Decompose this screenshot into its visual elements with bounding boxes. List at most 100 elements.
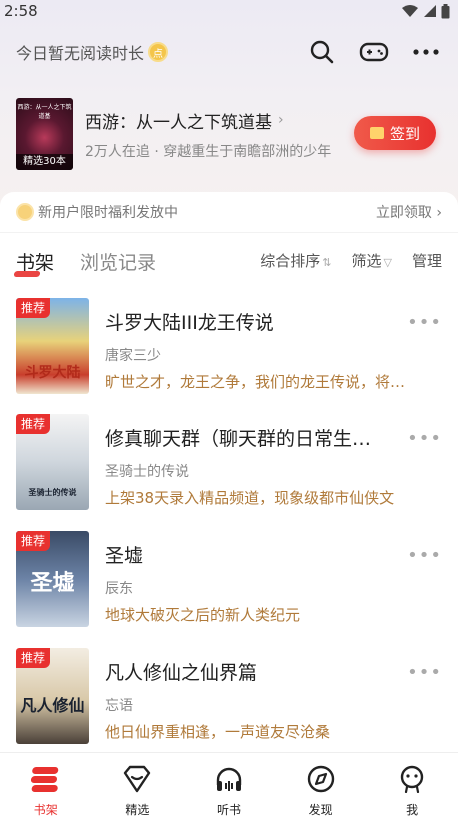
- status-time: 2:58: [4, 2, 38, 20]
- filter-label: 筛选: [351, 252, 382, 270]
- promo-action[interactable]: 立即领取 ›: [376, 202, 442, 222]
- status-icons: [401, 3, 450, 19]
- tab-bookshelf-label: 书架: [16, 251, 55, 274]
- game-button[interactable]: [358, 36, 390, 68]
- nav-featured-label: 精选: [125, 803, 150, 817]
- recommend-info: 西游：从一人之下筑道基 › 2万人在追 · 穿越重生于南瞻部洲的少年: [85, 108, 347, 161]
- recommend-cover-title: 西游：从一人之下筑道基: [17, 104, 72, 120]
- book-cover[interactable]: 推荐 圣墟: [16, 531, 89, 627]
- book-title: 斗罗大陆III龙王传说: [105, 312, 274, 334]
- promo-text: 新用户限时福利发放中: [38, 205, 178, 221]
- more-dots-icon: •••: [407, 428, 442, 449]
- header-actions: [306, 36, 442, 68]
- recommend-badge: 推荐: [16, 414, 51, 434]
- book-title: 修真聊天群（聊天群的日常生…: [105, 428, 372, 450]
- reading-time-label: 今日暂无阅读时长: [16, 44, 145, 63]
- compass-icon: [305, 763, 337, 795]
- recommend-badge: 推荐: [16, 648, 51, 668]
- book-author: 辰东: [105, 581, 133, 597]
- more-dots-icon: •••: [407, 662, 442, 683]
- recommend-title-row[interactable]: 西游：从一人之下筑道基 ›: [85, 108, 347, 133]
- nav-featured[interactable]: 精选: [102, 763, 172, 818]
- book-more-button[interactable]: •••: [407, 662, 442, 683]
- sort-label: 综合排序: [260, 252, 321, 270]
- chevron-right-icon: ›: [278, 112, 284, 128]
- book-item[interactable]: 推荐 斗罗大陆 斗罗大陆III龙王传说 唐家三少 旷世之才，龙王之争，我们的龙王…: [16, 298, 442, 394]
- book-title: 圣墟: [105, 545, 144, 567]
- more-dots-icon: •••: [407, 312, 442, 333]
- battery-icon: [441, 3, 450, 18]
- book-author: 圣骑士的传说: [105, 464, 189, 480]
- book-info: 斗罗大陆III龙王传说 唐家三少 旷世之才，龙王之争，我们的龙王传说，将在…: [105, 308, 415, 392]
- book-info: 凡人修仙之仙界篇 忘语 他日仙界重相逢，一声道友尽沧桑: [105, 658, 415, 742]
- search-button[interactable]: [306, 36, 338, 68]
- manage-label: 管理: [411, 252, 442, 270]
- tab-bookshelf[interactable]: 书架: [13, 248, 55, 277]
- more-menu-button[interactable]: [410, 36, 442, 68]
- book-more-button[interactable]: •••: [407, 545, 442, 566]
- nav-bookshelf[interactable]: 书架: [11, 763, 81, 818]
- book-desc: 旷世之才，龙王之争，我们的龙王传说，将在…: [105, 373, 415, 391]
- book-desc: 上架38天录入精品频道，现象级都市仙侠文: [105, 489, 395, 507]
- book-item[interactable]: 推荐 凡人修仙 凡人修仙之仙界篇 忘语 他日仙界重相逢，一声道友尽沧桑 •••: [16, 648, 442, 744]
- promo-bar[interactable]: 新用户限时福利发放中 立即领取 ›: [16, 200, 442, 224]
- manage-button[interactable]: 管理: [412, 250, 442, 271]
- tab-history[interactable]: 浏览记录: [80, 248, 156, 275]
- signin-label: 签到: [389, 124, 420, 143]
- nav-profile-label: 我: [406, 803, 419, 817]
- book-item[interactable]: 推荐 圣骑士的传说 修真聊天群（聊天群的日常生… 圣骑士的传说 上架38天录入精…: [16, 414, 442, 510]
- headphones-icon: [213, 763, 245, 795]
- promo-action-label: 立即领取: [375, 205, 432, 221]
- bottom-nav: 书架 精选 听书 发现 我: [0, 752, 458, 820]
- sort-button[interactable]: 综合排序 ⇅: [260, 250, 331, 271]
- bookshelf-icon: [30, 763, 62, 795]
- signin-button[interactable]: 签到: [354, 116, 436, 150]
- book-desc: 地球大破灭之后的新人类纪元: [105, 606, 301, 624]
- nav-discover[interactable]: 发现: [286, 763, 356, 818]
- divider: [0, 232, 458, 233]
- recommend-cover-badge: 精选30本: [16, 154, 73, 170]
- recommend-badge: 推荐: [16, 298, 51, 318]
- chevron-right-icon: ›: [436, 205, 442, 221]
- filter-button[interactable]: 筛选 ▽: [352, 250, 392, 271]
- book-cover[interactable]: 推荐 斗罗大陆: [16, 298, 89, 394]
- book-author: 忘语: [105, 698, 133, 714]
- book-more-button[interactable]: •••: [407, 428, 442, 449]
- bookshelf-sheet: 新用户限时福利发放中 立即领取 › 书架 浏览记录 综合排序 ⇅ 筛选 ▽ 管理 推…: [0, 192, 458, 752]
- nav-audiobooks[interactable]: 听书: [194, 763, 264, 818]
- recommend-title: 西游：从一人之下筑道基: [85, 112, 272, 133]
- recommend-badge: 推荐: [16, 531, 51, 551]
- book-more-button[interactable]: •••: [407, 312, 442, 333]
- sort-arrows-icon: ⇅: [322, 256, 332, 269]
- nav-discover-label: 发现: [308, 803, 333, 817]
- profile-icon: [396, 763, 428, 795]
- gamepad-icon: [359, 42, 389, 62]
- cover-art-text: 凡人修仙: [20, 696, 85, 715]
- promo-left: 新用户限时福利发放中: [16, 202, 178, 222]
- more-dots-icon: •••: [407, 545, 442, 566]
- book-cover[interactable]: 推荐 圣骑士的传说: [16, 414, 89, 510]
- book-info: 圣墟 辰东 地球大破灭之后的新人类纪元: [105, 541, 415, 625]
- nav-bookshelf-label: 书架: [33, 803, 58, 817]
- status-bar: 2:58: [0, 0, 458, 22]
- gift-icon: [369, 127, 384, 139]
- book-author: 唐家三少: [105, 348, 161, 364]
- filter-icon: ▽: [383, 256, 392, 269]
- cover-art-text: 斗罗大陆: [24, 365, 81, 381]
- book-cover[interactable]: 推荐 凡人修仙: [16, 648, 89, 744]
- diamond-icon: [121, 763, 153, 795]
- cover-art-text: 圣骑士的传说: [28, 488, 77, 497]
- coin-icon: 点: [148, 42, 169, 62]
- wifi-icon: [402, 5, 418, 17]
- search-icon: [310, 40, 334, 64]
- nav-profile[interactable]: 我: [377, 763, 447, 818]
- promo-coin-icon: [16, 203, 34, 221]
- reading-time[interactable]: 今日暂无阅读时长 点: [16, 40, 169, 64]
- book-desc: 他日仙界重相逢，一声道友尽沧桑: [105, 723, 331, 741]
- book-item[interactable]: 推荐 圣墟 圣墟 辰东 地球大破灭之后的新人类纪元 •••: [16, 531, 442, 627]
- shelf-tools: 综合排序 ⇅ 筛选 ▽ 管理: [260, 250, 442, 271]
- book-info: 修真聊天群（聊天群的日常生… 圣骑士的传说 上架38天录入精品频道，现象级都市仙…: [105, 424, 415, 508]
- bookshelf-tabs: 书架 浏览记录 综合排序 ⇅ 筛选 ▽ 管理: [13, 246, 442, 277]
- recommend-cover[interactable]: 西游：从一人之下筑道基 精选30本: [16, 98, 73, 170]
- recommend-banner[interactable]: 西游：从一人之下筑道基 精选30本 西游：从一人之下筑道基 › 2万人在追 · …: [16, 98, 442, 170]
